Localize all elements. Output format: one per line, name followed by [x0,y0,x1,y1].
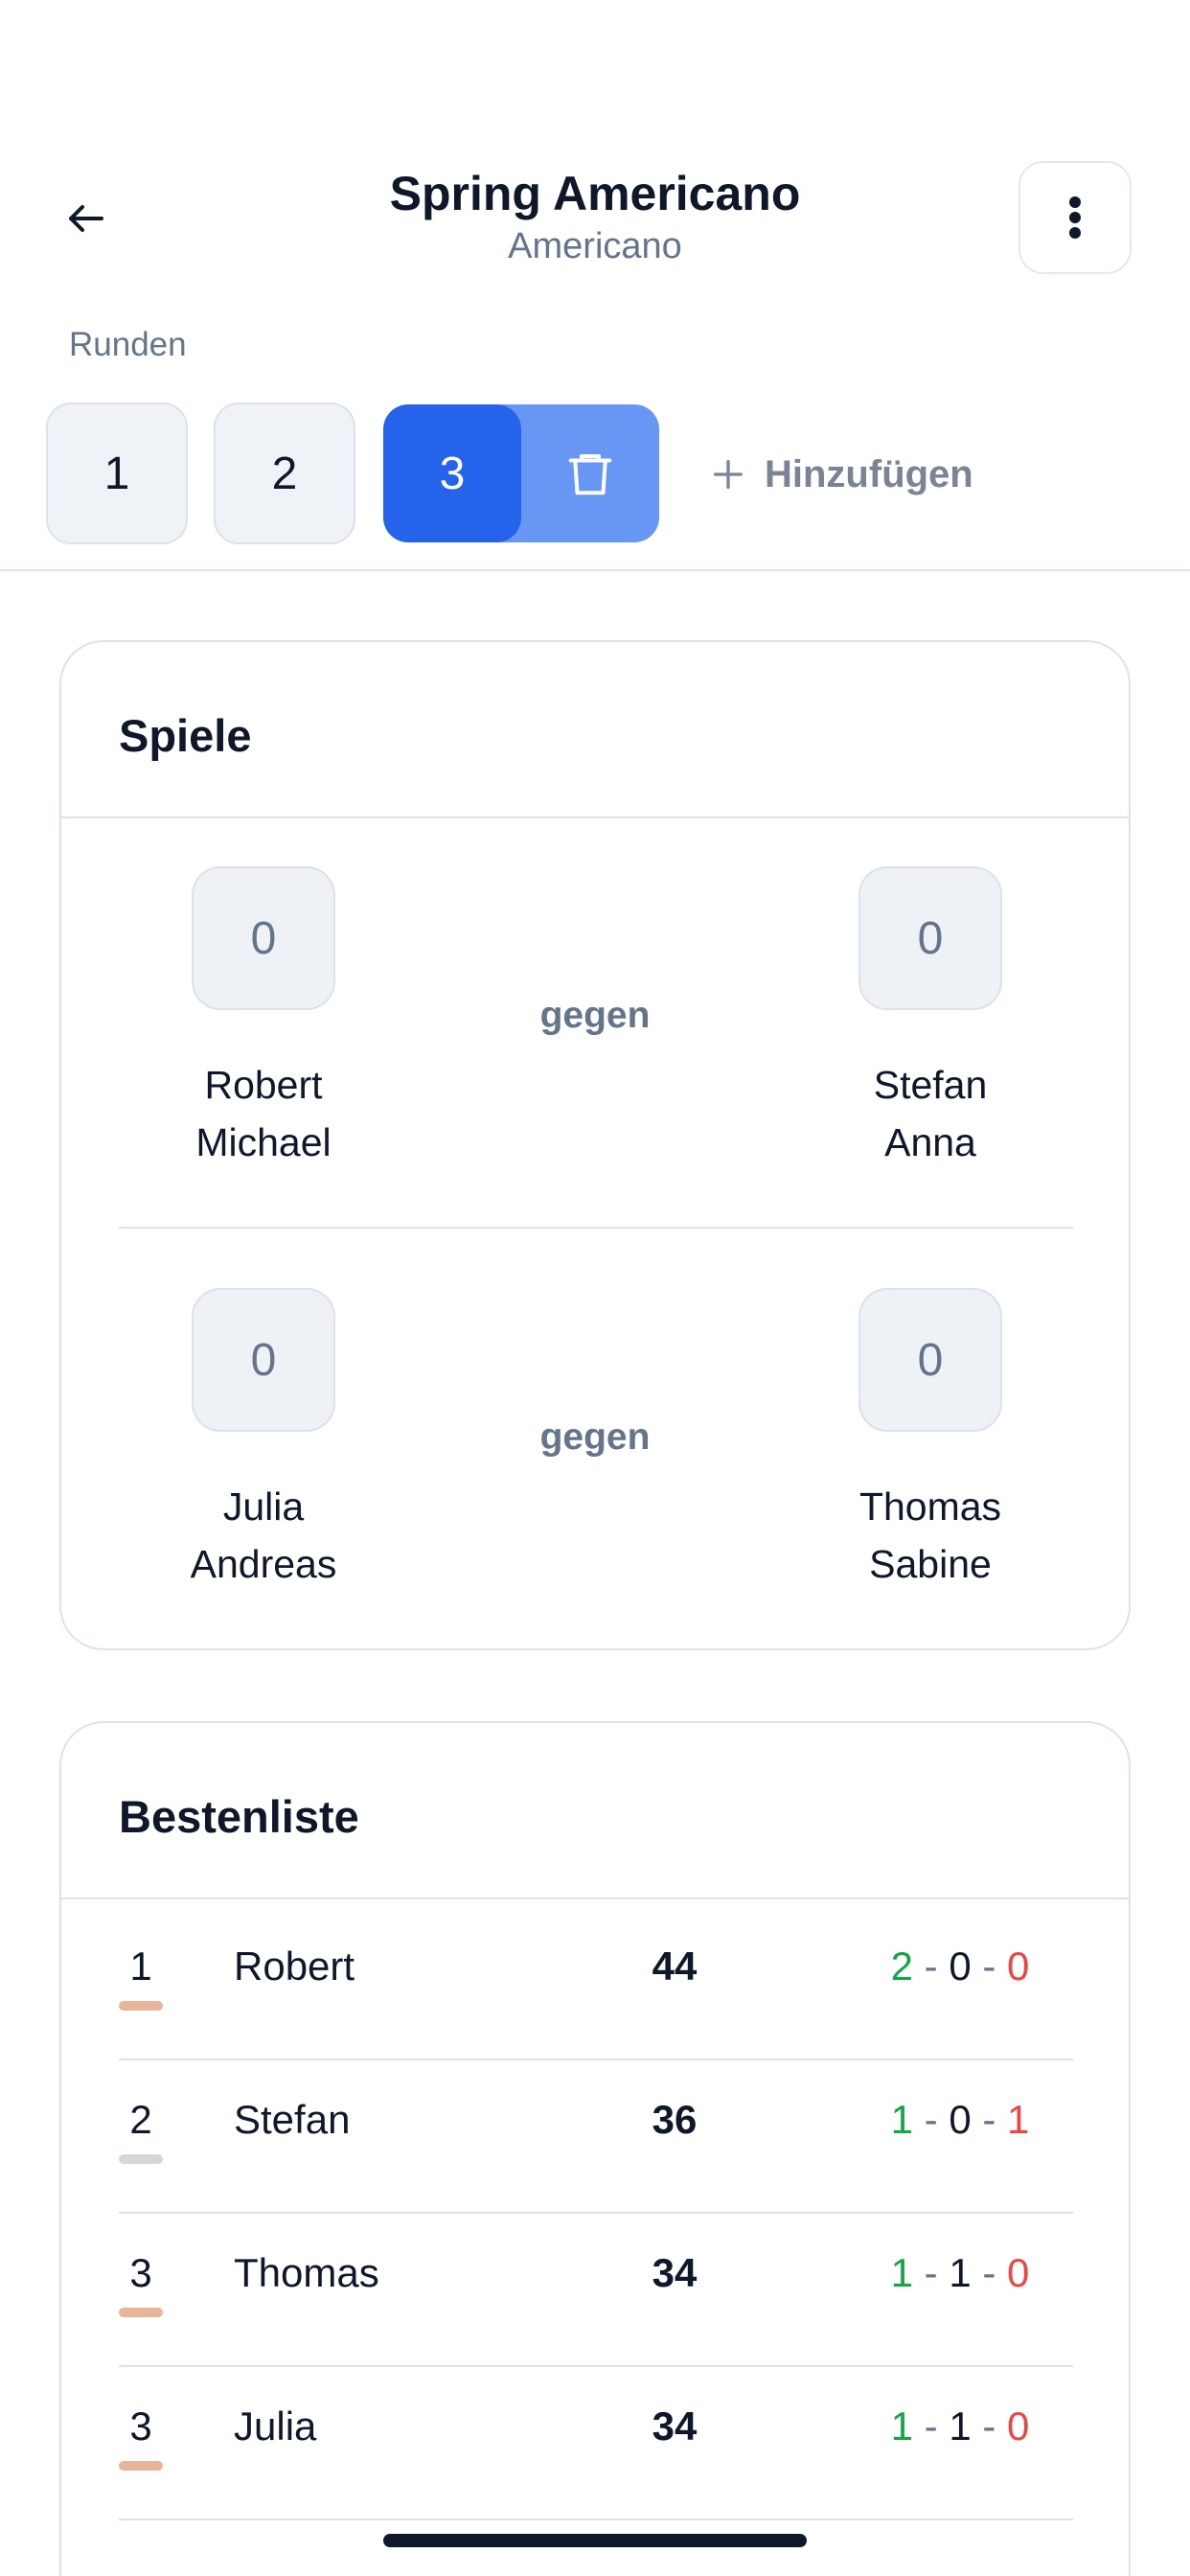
match-2-vs-label: gegen [539,1416,651,1458]
medal-bar [119,2154,163,2164]
top-bar: Spring Americano Americano [0,0,1190,316]
round-tab-1[interactable]: 1 [46,402,188,544]
match-1-left-score[interactable]: 0 [192,866,335,1010]
player-name: Thomas [858,1484,1002,1529]
player-name: Julia [222,1484,305,1529]
add-round-label: Hinzufügen [765,452,973,495]
draws: 1 [949,2404,972,2449]
wins: 1 [890,2404,913,2449]
rounds-label: Runden [69,326,187,363]
record: 1 - 0 - 1 [890,2097,1030,2142]
record: 1 - 1 - 0 [890,2250,1030,2295]
losses: 0 [1007,1944,1030,1989]
row-divider [119,2058,1073,2060]
rank: 2 [129,2097,152,2142]
match-2-right-team: Thomas Sabine [787,1478,1074,1593]
home-indicator [383,2534,807,2547]
draws: 0 [949,1944,972,1989]
more-vertical-icon [1069,196,1081,239]
player-name: Michael [195,1120,332,1164]
player-name: Andreas [190,1542,337,1586]
player-name: Anna [884,1120,976,1164]
row-divider [119,2365,1073,2367]
leaderboard-row[interactable]: 1 Robert 44 2 - 0 - 0 [119,1909,1073,2060]
losses: 0 [1007,2404,1030,2449]
player-name: Stefan [234,2097,351,2142]
match-1-vs-label: gegen [539,995,651,1036]
match-1-right-score[interactable]: 0 [858,866,1002,1010]
header-titles: Spring Americano Americano [0,165,1190,270]
page-title: Spring Americano [389,167,801,220]
row-divider [119,2518,1073,2520]
player-name: Sabine [869,1542,992,1586]
round-tab-2[interactable]: 2 [214,402,355,544]
match-2-right-score[interactable]: 0 [858,1288,1002,1432]
draws: 1 [949,2250,972,2295]
losses: 0 [1007,2250,1030,2295]
player-name: Robert [204,1063,323,1107]
medal-bar [119,2308,163,2317]
record: 2 - 0 - 0 [890,1944,1030,1989]
points: 34 [652,2250,698,2295]
games-card: Spiele 0 0 gegen Robert Michael Stefan A… [59,640,1131,1650]
player-name: Stefan [873,1063,988,1107]
wins: 1 [890,2250,913,2295]
card-divider [61,816,1129,818]
leaderboard-row[interactable]: 3 Julia 34 1 - 1 - 0 [119,2369,1073,2520]
delete-round-button[interactable] [521,404,659,542]
wins: 1 [890,2097,913,2142]
games-title: Spiele [119,710,252,761]
player-name: Robert [234,1944,355,1989]
medal-bar [119,2001,163,2011]
match-1-right-team: Stefan Anna [787,1056,1074,1171]
round-tab-active: 3 [383,404,659,542]
points: 34 [652,2404,698,2449]
trash-icon [568,453,612,495]
leaderboard-card: Bestenliste 1 Robert 44 2 - 0 - 0 2 Stef… [59,1721,1131,2576]
points: 36 [652,2097,698,2142]
round-tab-3[interactable]: 3 [383,404,521,542]
match-1-left-team: Robert Michael [120,1056,407,1171]
draws: 0 [949,2097,972,2142]
record: 1 - 1 - 0 [890,2404,1030,2449]
more-menu-button[interactable] [1018,161,1132,274]
divider [0,569,1190,571]
match-2-left-team: Julia Andreas [120,1478,407,1593]
plus-icon [714,460,743,489]
match-divider [119,1227,1073,1229]
rank: 1 [129,1944,152,1989]
leaderboard-row[interactable]: 2 Stefan 36 1 - 0 - 1 [119,2062,1073,2214]
rank: 3 [129,2250,152,2295]
card-divider [61,1898,1129,1899]
player-name: Julia [234,2404,317,2449]
add-round-button[interactable]: Hinzufügen [709,441,973,508]
medal-bar [119,2461,163,2471]
wins: 2 [890,1944,913,1989]
player-name: Thomas [234,2250,379,2295]
rank: 3 [129,2404,152,2449]
leaderboard-row[interactable]: 3 Thomas 34 1 - 1 - 0 [119,2216,1073,2367]
match-2-left-score[interactable]: 0 [192,1288,335,1432]
row-divider [119,2212,1073,2214]
leaderboard-title: Bestenliste [119,1791,359,1842]
page-subtitle: Americano [508,226,682,266]
points: 44 [652,1944,698,1989]
losses: 1 [1007,2097,1030,2142]
